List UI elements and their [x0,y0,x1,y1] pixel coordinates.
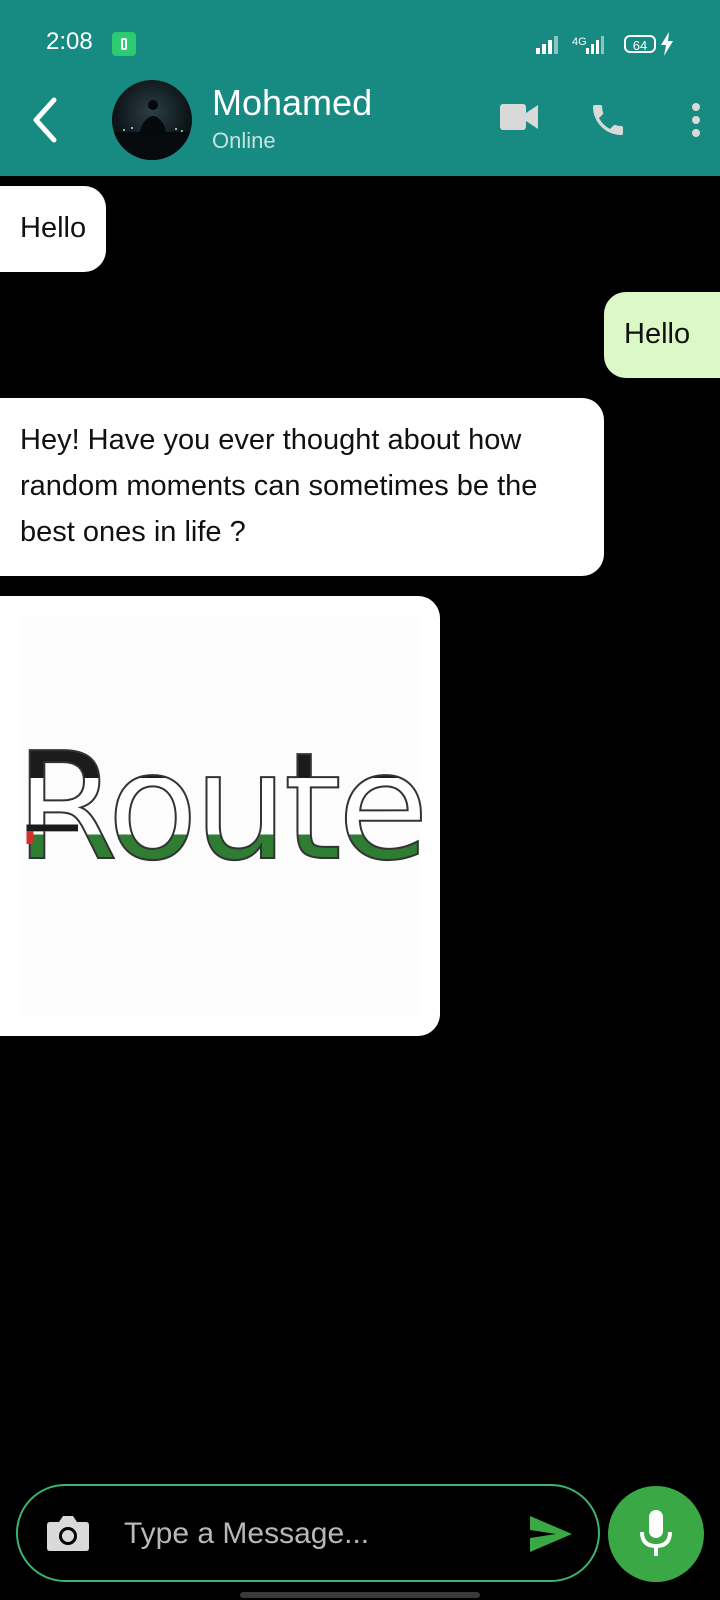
contact-name[interactable]: Mohamed [212,82,372,124]
message-text: Hey! Have you ever thought about how ran… [20,424,538,548]
signal-icon [536,36,558,54]
message-bubble-outgoing[interactable]: Hello [604,292,720,378]
charging-icon [661,32,673,56]
network-label: 4G [572,36,587,48]
route-logo-image[interactable]: Route [0,596,440,1036]
route-logo-text: Route [15,721,425,893]
more-options-icon[interactable] [690,102,702,138]
signal-4g-icon: 4G [572,36,604,54]
home-indicator [240,1592,480,1598]
camera-icon[interactable] [46,1514,90,1552]
send-icon[interactable] [528,1514,574,1554]
back-arrow-icon[interactable] [28,96,64,144]
battery-saver-icon [112,32,136,56]
message-text: Hello [20,212,87,244]
image-message-bubble[interactable]: Route [0,596,440,1036]
message-text: Hello [624,318,691,350]
chat-header: 2:08 4G 64 Mohamed Online [0,0,720,176]
message-bubble-incoming[interactable]: Hey! Have you ever thought about how ran… [0,398,604,576]
microphone-icon [640,1510,672,1556]
video-call-icon[interactable] [500,102,540,132]
contact-status: Online [212,128,276,153]
phone-call-icon[interactable] [588,100,628,140]
status-time: 2:08 [46,28,93,55]
avatar-silhouette-icon [112,100,192,160]
voice-record-button[interactable] [608,1486,704,1582]
contact-avatar[interactable] [112,80,192,160]
message-bubble-incoming[interactable]: Hello [0,186,107,272]
battery-indicator: 64 [624,35,656,53]
message-composer [16,1484,600,1582]
message-input[interactable] [122,1508,506,1560]
